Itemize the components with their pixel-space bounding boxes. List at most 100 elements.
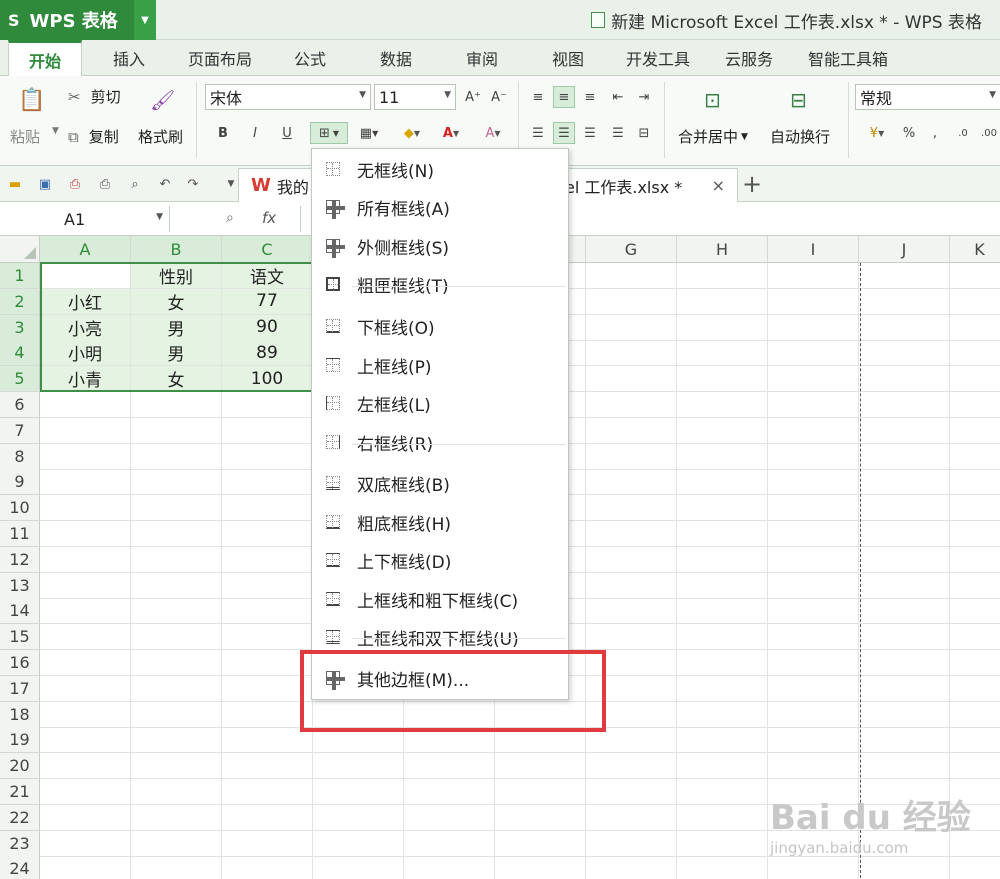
cell-g5[interactable] bbox=[586, 366, 677, 393]
cell-f23[interactable] bbox=[495, 830, 586, 857]
bold-icon[interactable]: B bbox=[212, 122, 234, 144]
cell-a20[interactable] bbox=[40, 753, 131, 780]
row-header-12[interactable]: 12 bbox=[0, 546, 40, 573]
wrap-text-icon[interactable]: ⊟ bbox=[790, 88, 807, 112]
cell-c14[interactable] bbox=[222, 598, 313, 625]
row-header-2[interactable]: 2 bbox=[0, 288, 40, 315]
cell-k2[interactable] bbox=[950, 289, 1000, 315]
cell-b12[interactable] bbox=[131, 546, 222, 573]
cell-g8[interactable] bbox=[586, 443, 677, 470]
row-header-23[interactable]: 23 bbox=[0, 830, 40, 857]
cell-g20[interactable] bbox=[586, 753, 677, 780]
cell-j16[interactable] bbox=[859, 650, 950, 676]
menu-item-no-border[interactable]: 无框线(N) bbox=[312, 151, 568, 187]
cell-j3[interactable] bbox=[859, 314, 950, 341]
cell-j23[interactable] bbox=[859, 830, 950, 857]
cell-j11[interactable] bbox=[859, 521, 950, 547]
row-header-10[interactable]: 10 bbox=[0, 495, 40, 522]
format-painter-button[interactable]: 格式刷 bbox=[138, 126, 183, 147]
cell-b11[interactable] bbox=[131, 521, 222, 547]
row-header-18[interactable]: 18 bbox=[0, 701, 40, 728]
cell-a6[interactable] bbox=[40, 392, 131, 418]
cell-k20[interactable] bbox=[950, 753, 1000, 780]
underline-icon[interactable]: U bbox=[276, 122, 298, 144]
tab-home[interactable]: 开始 bbox=[8, 40, 82, 77]
print-preview-icon[interactable]: ⌕ bbox=[126, 175, 144, 193]
column-header-a[interactable]: A bbox=[40, 236, 131, 263]
row-header-19[interactable]: 19 bbox=[0, 727, 40, 754]
close-icon[interactable]: × bbox=[712, 176, 725, 195]
align-center-icon[interactable]: ☰ bbox=[553, 122, 575, 144]
cell-g7[interactable] bbox=[586, 417, 677, 444]
number-format-select[interactable]: 常规 ▼ bbox=[855, 84, 1000, 110]
cell-g17[interactable] bbox=[586, 675, 677, 702]
cell-d22[interactable] bbox=[313, 804, 404, 831]
insert-function-icon[interactable]: fx bbox=[262, 209, 276, 227]
decrease-font-icon[interactable]: A⁻ bbox=[488, 86, 510, 108]
cell-a24[interactable] bbox=[40, 856, 131, 879]
cell-f22[interactable] bbox=[495, 804, 586, 831]
cell-k5[interactable] bbox=[950, 366, 1000, 393]
cell-h5[interactable] bbox=[677, 366, 768, 393]
export-pdf-icon[interactable]: ⎙ bbox=[66, 175, 84, 193]
cell-j2[interactable] bbox=[859, 288, 950, 315]
cell-i10[interactable] bbox=[768, 495, 859, 522]
cell-g14[interactable] bbox=[586, 598, 677, 625]
cell-d24[interactable] bbox=[313, 856, 404, 879]
save-icon[interactable]: ▣ bbox=[36, 175, 54, 193]
cell-j8[interactable] bbox=[859, 443, 950, 470]
cell-j5[interactable] bbox=[859, 366, 950, 393]
search-icon[interactable]: ⌕ bbox=[226, 210, 234, 226]
align-right-icon[interactable]: ☰ bbox=[579, 122, 601, 144]
cell-b17[interactable] bbox=[131, 675, 222, 702]
menu-item-right-border[interactable]: 右框线(R) bbox=[312, 424, 568, 460]
cell-h18[interactable] bbox=[677, 701, 768, 728]
cell-b13[interactable] bbox=[131, 572, 222, 599]
cell-h1[interactable] bbox=[677, 263, 768, 289]
merge-center-icon[interactable]: ⊡ bbox=[704, 88, 721, 112]
increase-decimal-icon[interactable]: .0 bbox=[952, 122, 974, 144]
cell-g22[interactable] bbox=[586, 804, 677, 831]
justify-icon[interactable]: ☰ bbox=[607, 122, 629, 144]
menu-item-outside-borders[interactable]: 外侧框线(S) bbox=[312, 228, 568, 264]
cell-c2[interactable]: 77 bbox=[222, 288, 313, 315]
cell-e22[interactable] bbox=[404, 804, 495, 831]
font-name-select[interactable]: 宋体 ▼ bbox=[205, 84, 371, 110]
cell-k9[interactable] bbox=[950, 469, 1000, 496]
cell-g18[interactable] bbox=[586, 701, 677, 728]
cell-j15[interactable] bbox=[859, 624, 950, 651]
cut-button[interactable]: ✂ 剪切 bbox=[68, 86, 121, 107]
cell-i21[interactable] bbox=[768, 779, 859, 805]
wrap-text-button[interactable]: 自动换行 bbox=[770, 126, 830, 147]
cell-g16[interactable] bbox=[586, 650, 677, 676]
row-header-11[interactable]: 11 bbox=[0, 521, 40, 547]
cell-j10[interactable] bbox=[859, 495, 950, 522]
cell-a12[interactable] bbox=[40, 546, 131, 573]
increase-font-icon[interactable]: A⁺ bbox=[462, 86, 484, 108]
cell-k10[interactable] bbox=[950, 495, 1000, 522]
column-header-j[interactable]: J bbox=[859, 236, 950, 263]
borders-button[interactable]: ⊞ ▼ bbox=[310, 122, 348, 144]
cell-g24[interactable] bbox=[586, 856, 677, 879]
cell-i2[interactable] bbox=[768, 288, 859, 315]
cell-h3[interactable] bbox=[677, 314, 768, 341]
cell-a19[interactable] bbox=[40, 727, 131, 754]
cell-g4[interactable] bbox=[586, 340, 677, 367]
cell-d21[interactable] bbox=[313, 779, 404, 805]
cell-j7[interactable] bbox=[859, 417, 950, 444]
cell-g15[interactable] bbox=[586, 624, 677, 651]
cell-k19[interactable] bbox=[950, 727, 1000, 754]
cell-a21[interactable] bbox=[40, 779, 131, 805]
cell-j24[interactable] bbox=[859, 856, 950, 879]
row-header-3[interactable]: 3 bbox=[0, 314, 40, 341]
cell-a15[interactable] bbox=[40, 624, 131, 651]
cell-d18[interactable] bbox=[313, 701, 404, 728]
cell-c20[interactable] bbox=[222, 753, 313, 780]
cell-a23[interactable] bbox=[40, 830, 131, 857]
cell-a22[interactable] bbox=[40, 804, 131, 831]
cell-h4[interactable] bbox=[677, 340, 768, 367]
font-color-icon[interactable]: A ▼ bbox=[434, 122, 468, 144]
distribute-icon[interactable]: ⊟ bbox=[633, 122, 655, 144]
cell-b24[interactable] bbox=[131, 856, 222, 879]
cell-e19[interactable] bbox=[404, 727, 495, 754]
